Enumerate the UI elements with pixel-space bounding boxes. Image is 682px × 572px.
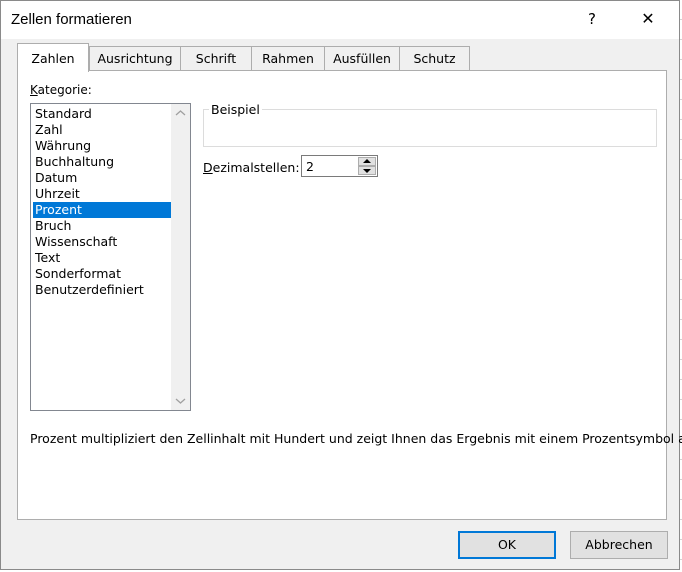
beispiel-label: Beispiel [209, 102, 262, 117]
dialog-title: Zellen formatieren [11, 11, 132, 28]
list-item-benutzerdefiniert[interactable]: Benutzerdefiniert [33, 282, 171, 298]
list-item-sonderformat[interactable]: Sonderformat [33, 266, 171, 282]
title-bar: Zellen formatieren ? ✕ [1, 1, 679, 39]
dezimalstellen-label: Dezimalstellen: [203, 160, 300, 175]
tab-ausfuellen[interactable]: Ausfüllen [324, 46, 400, 70]
list-item-standard[interactable]: Standard [33, 106, 171, 122]
dezimalstellen-value[interactable]: 2 [306, 159, 314, 174]
tab-zahlen[interactable]: Zahlen [17, 43, 89, 72]
listbox-scrollbar[interactable] [171, 104, 190, 410]
list-item-waehrung[interactable]: Währung [33, 138, 171, 154]
list-item-zahl[interactable]: Zahl [33, 122, 171, 138]
arrow-down-icon [363, 169, 371, 173]
format-description: Prozent multipliziert den Zellinhalt mit… [30, 431, 682, 446]
list-item-uhrzeit[interactable]: Uhrzeit [33, 186, 171, 202]
ok-button[interactable]: OK [458, 531, 556, 559]
kategorie-listbox[interactable]: Standard Zahl Währung Buchhaltung Datum … [30, 103, 191, 411]
close-button[interactable]: ✕ [633, 5, 663, 33]
list-item-bruch[interactable]: Bruch [33, 218, 171, 234]
tab-ausrichtung[interactable]: Ausrichtung [89, 46, 181, 70]
tab-schutz[interactable]: Schutz [399, 46, 470, 70]
tab-panel-zahlen: Kategorie: Standard Zahl Währung Buchhal… [17, 70, 682, 520]
tab-schrift[interactable]: Schrift [180, 46, 252, 70]
list-item-datum[interactable]: Datum [33, 170, 171, 186]
arrow-up-icon [363, 159, 371, 163]
spin-down-button[interactable] [358, 166, 376, 175]
cancel-button[interactable]: Abbrechen [570, 531, 668, 559]
list-item-prozent[interactable]: Prozent [33, 202, 171, 218]
beispiel-groupbox [203, 109, 657, 147]
tab-rahmen[interactable]: Rahmen [251, 46, 325, 70]
help-button[interactable]: ? [579, 5, 605, 33]
format-cells-dialog: Zellen formatieren ? ✕ Zahlen Ausrichtun… [0, 0, 682, 570]
scroll-down-icon[interactable] [175, 397, 186, 405]
list-item-wissenschaft[interactable]: Wissenschaft [33, 234, 171, 250]
dezimalstellen-spinner[interactable]: 2 [301, 155, 378, 177]
scroll-up-icon[interactable] [175, 109, 186, 117]
kategorie-label: Kategorie: [30, 83, 92, 97]
list-item-buchhaltung[interactable]: Buchhaltung [33, 154, 171, 170]
spin-up-button[interactable] [358, 157, 376, 166]
list-item-text[interactable]: Text [33, 250, 171, 266]
